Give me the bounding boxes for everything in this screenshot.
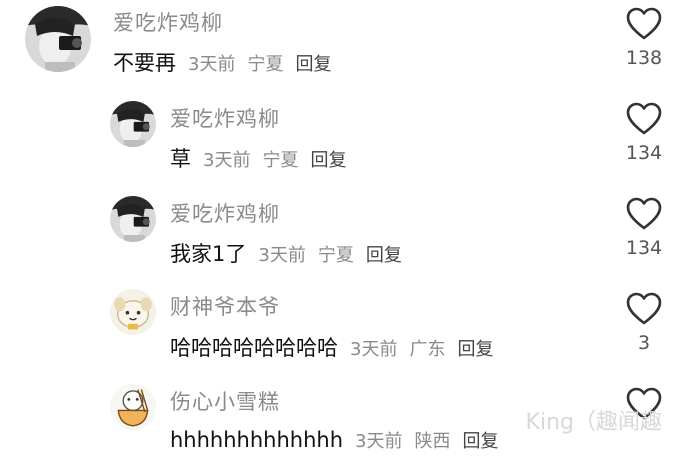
user-avatar[interactable] (110, 101, 156, 147)
cartoon-dog-icon (110, 289, 156, 335)
comment-body: 不要再 3天前 宁夏 回复 (113, 47, 331, 77)
comment-item: 爱吃炸鸡柳 不要再 3天前 宁夏 回复 138 (0, 0, 690, 90)
heart-icon (626, 7, 662, 40)
comment-location: 陕西 (414, 431, 451, 452)
username[interactable]: 爱吃炸鸡柳 (113, 7, 223, 37)
comment-body: 哈哈哈哈哈哈哈哈 3天前 广东 回复 (170, 332, 493, 362)
comment-text: 草 (170, 147, 191, 171)
like-button[interactable] (624, 99, 664, 139)
reply-button[interactable]: 回复 (295, 50, 331, 76)
person-holding-camera-icon (110, 196, 156, 242)
comment-text: 哈哈哈哈哈哈哈哈 (170, 336, 338, 360)
comment-location: 宁夏 (262, 150, 299, 171)
comment-text: hhhhhhhhhhhhh (170, 428, 344, 452)
like-button[interactable] (624, 4, 664, 44)
user-avatar[interactable] (25, 6, 91, 72)
reply-button[interactable]: 回复 (366, 241, 402, 267)
heart-icon (626, 197, 662, 230)
user-avatar[interactable] (110, 384, 156, 430)
comment-body: hhhhhhhhhhhhh 3天前 陕西 回复 (170, 427, 498, 453)
comment-location: 宁夏 (317, 245, 354, 266)
comment-time: 3天前 (188, 54, 236, 75)
like-count: 138 (625, 47, 663, 69)
reply-button[interactable]: 回复 (310, 146, 346, 172)
comment-text: 不要再 (113, 51, 176, 75)
reply-comment-item: 爱吃炸鸡柳 我家1了 3天前 宁夏 回复 134 (0, 190, 690, 280)
comment-body: 草 3天前 宁夏 回复 (170, 143, 346, 173)
comment-time: 3天前 (350, 339, 398, 360)
username[interactable]: 财神爷本爷 (170, 291, 280, 321)
comment-time: 3天前 (258, 245, 306, 266)
watermark: King（趣闻趣 (525, 410, 662, 435)
person-holding-camera-icon (110, 101, 156, 147)
username[interactable]: 爱吃炸鸡柳 (170, 103, 280, 133)
reply-button[interactable]: 回复 (462, 427, 498, 453)
comment-location: 宁夏 (247, 54, 284, 75)
person-holding-camera-icon (25, 6, 91, 72)
reply-comment-item: 爱吃炸鸡柳 草 3天前 宁夏 回复 134 (0, 95, 690, 185)
heart-icon (626, 102, 662, 135)
like-count: 134 (625, 142, 663, 164)
comment-text: 我家1了 (170, 242, 247, 266)
comment-time: 3天前 (203, 150, 251, 171)
user-avatar[interactable] (110, 196, 156, 242)
like-button[interactable] (624, 194, 664, 234)
like-count: 134 (625, 237, 663, 259)
comment-time: 3天前 (355, 431, 403, 452)
user-avatar[interactable] (110, 289, 156, 335)
username[interactable]: 伤心小雪糕 (170, 386, 280, 416)
comment-location: 广东 (409, 339, 446, 360)
like-button[interactable] (624, 289, 664, 329)
heart-icon (626, 292, 662, 325)
like-count: 3 (637, 332, 651, 354)
comment-body: 我家1了 3天前 宁夏 回复 (170, 238, 402, 268)
reply-button[interactable]: 回复 (457, 335, 493, 361)
cartoon-noodle-bowl-icon (110, 384, 156, 430)
reply-comment-item: 财神爷本爷 哈哈哈哈哈哈哈哈 3天前 广东 回复 3 (0, 285, 690, 375)
username[interactable]: 爱吃炸鸡柳 (170, 198, 280, 228)
